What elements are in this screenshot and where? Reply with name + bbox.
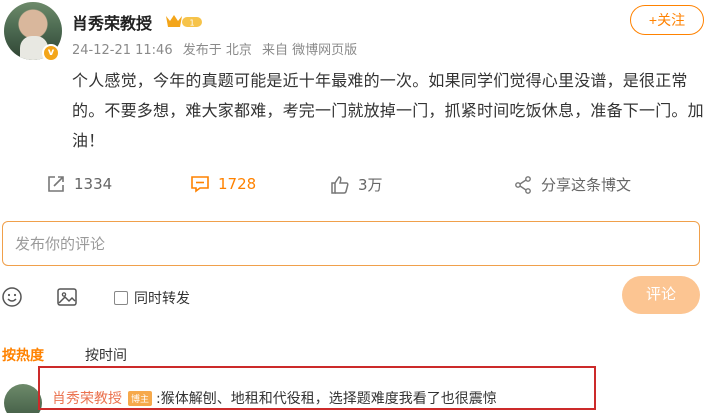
post-body: 个人感觉，今年的真题可能是近十年最难的一次。如果同学们觉得心里没谱，是很正常的。… bbox=[72, 71, 704, 150]
commenter-name[interactable]: 肖秀荣教授 bbox=[52, 388, 122, 408]
tab-sort-time[interactable]: 按时间 bbox=[85, 345, 127, 365]
comment-count: 1728 bbox=[218, 175, 257, 193]
emoji-icon[interactable] bbox=[1, 286, 23, 308]
tab-sort-hot[interactable]: 按热度 bbox=[2, 345, 44, 365]
vip-level: 1 bbox=[189, 19, 194, 28]
post-meta: 24-12-21 11:46 发布于 北京 来自 微博网页版 bbox=[72, 39, 363, 58]
repost-checkbox[interactable]: 同时转发 bbox=[114, 288, 190, 308]
follow-button[interactable]: +关注 bbox=[630, 5, 704, 35]
share-icon bbox=[515, 175, 531, 194]
author-name[interactable]: 肖秀荣教授 bbox=[72, 10, 152, 34]
share-label: 分享这条博文 bbox=[541, 176, 632, 194]
composer-toolbar: 同时转发 bbox=[0, 284, 720, 314]
post-location: 发布于 北京 bbox=[182, 43, 252, 58]
comment-text: :猴体解刨、地租和代役租，选择题难度我看了也很震惊 bbox=[156, 391, 497, 407]
author-badge: 博主 bbox=[128, 390, 153, 406]
post-action-bar: 1334 1728 3万 分享这条博文 bbox=[0, 168, 720, 202]
comment-button[interactable]: 1728 bbox=[190, 174, 256, 194]
submit-comment-button[interactable]: 评论 bbox=[622, 276, 700, 314]
checkbox-box[interactable] bbox=[114, 291, 128, 305]
image-upload-icon[interactable] bbox=[56, 286, 78, 308]
like-count: 3万 bbox=[358, 176, 383, 194]
post-source: 来自 微博网页版 bbox=[262, 43, 358, 58]
comment-item: 肖秀荣教授 博主 :猴体解刨、地租和代役租，选择题难度我看了也很震惊 bbox=[52, 388, 497, 408]
share-button[interactable]: 分享这条博文 bbox=[513, 174, 631, 195]
commenter-avatar[interactable] bbox=[4, 384, 42, 413]
repost-count: 1334 bbox=[74, 175, 113, 193]
verified-badge-icon: v bbox=[42, 44, 60, 62]
comment-composer bbox=[2, 221, 700, 266]
post-timestamp[interactable]: 24-12-21 11:46 bbox=[72, 43, 173, 58]
comment-input[interactable] bbox=[3, 222, 699, 265]
thumbs-up-icon bbox=[331, 175, 349, 194]
like-button[interactable]: 3万 bbox=[330, 174, 383, 195]
repost-icon bbox=[48, 176, 64, 192]
repost-checkbox-label: 同时转发 bbox=[134, 291, 190, 307]
repost-button[interactable]: 1334 bbox=[46, 174, 112, 194]
comment-icon bbox=[191, 176, 209, 193]
vip-crown-icon: 1 bbox=[166, 15, 202, 28]
